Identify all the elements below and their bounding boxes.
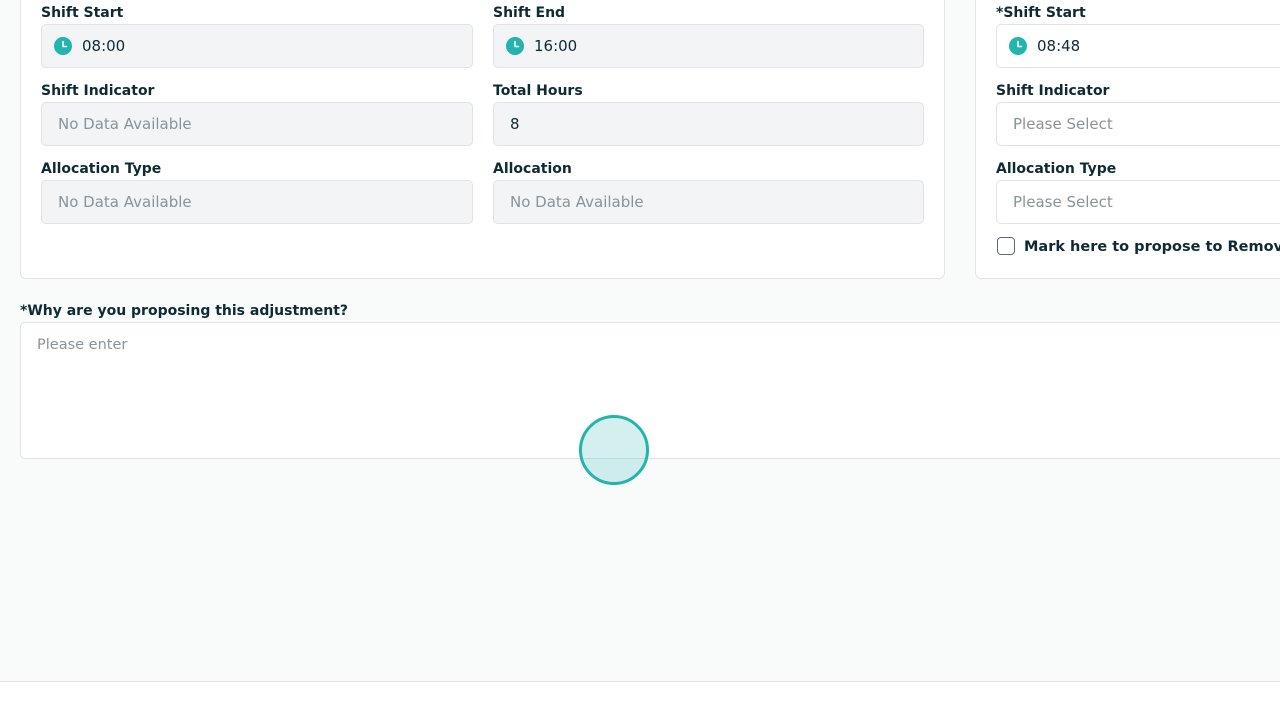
proposed-allocation-type-label: Allocation Type [996, 161, 1117, 177]
proposed-allocation-type-select[interactable]: Please Select [996, 180, 1280, 224]
proposed-shift-start-value: 08:48 [1037, 37, 1081, 55]
allocation-type-label: Allocation Type [41, 161, 162, 177]
shift-end-value: 16:00 [534, 37, 578, 55]
clock-icon [1009, 37, 1027, 55]
remove-shift-checkbox-label: Mark here to propose to Remove t [1024, 239, 1280, 255]
shift-end-label: Shift End [493, 5, 566, 21]
clock-icon [54, 37, 72, 55]
total-hours-field[interactable]: 8 [493, 102, 924, 146]
proposed-shift-indicator-select[interactable]: Please Select [996, 102, 1280, 146]
shift-start-field[interactable]: 08:00 [41, 24, 473, 68]
clock-icon [506, 37, 524, 55]
proposed-shift-start-field[interactable]: 08:48 [996, 24, 1280, 68]
allocation-type-field[interactable]: No Data Available [41, 180, 473, 224]
shift-adjustment-page: Shift Start 08:00 Shift End 16:00 Shift … [0, 0, 1280, 720]
shift-end-field[interactable]: 16:00 [493, 24, 924, 68]
allocation-label: Allocation [493, 161, 572, 177]
shift-indicator-label: Shift Indicator [41, 83, 155, 99]
current-shift-card: Shift Start 08:00 Shift End 16:00 Shift … [20, 0, 945, 279]
proposed-shift-card: *Shift Start 08:48 Shift Indicator Pleas… [975, 0, 1280, 279]
shift-start-label: Shift Start [41, 5, 124, 21]
allocation-field[interactable]: No Data Available [493, 180, 924, 224]
remove-shift-checkbox[interactable] [997, 237, 1015, 255]
reason-textarea[interactable]: Please enter [20, 322, 1280, 459]
proposed-shift-indicator-label: Shift Indicator [996, 83, 1110, 99]
proposed-shift-start-label: *Shift Start [996, 5, 1086, 21]
click-indicator [579, 415, 649, 485]
footer-bar [0, 682, 1280, 720]
shift-start-value: 08:00 [82, 37, 126, 55]
shift-indicator-field[interactable]: No Data Available [41, 102, 473, 146]
total-hours-label: Total Hours [493, 83, 583, 99]
reason-label: *Why are you proposing this adjustment? [20, 303, 349, 319]
